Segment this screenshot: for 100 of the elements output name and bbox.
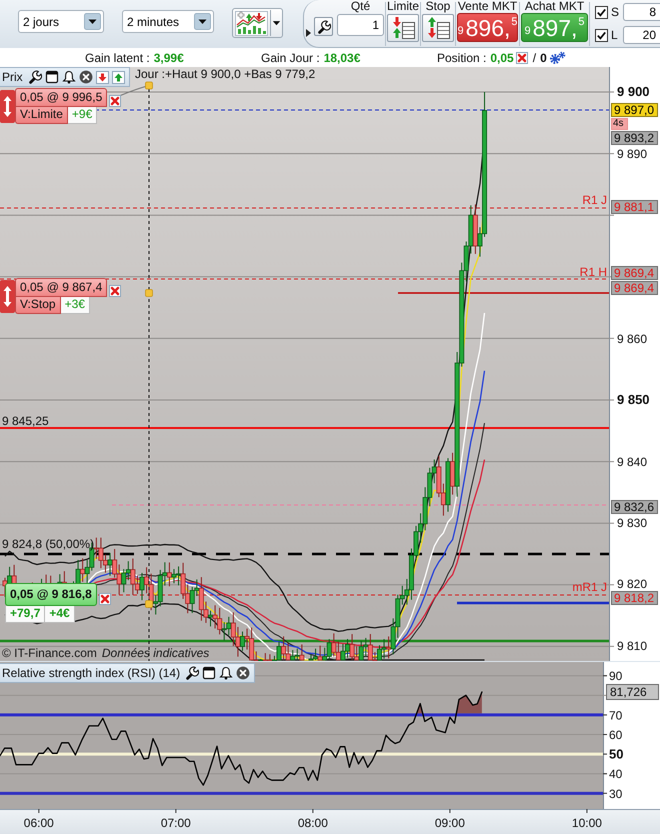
disclaimer-text: Données indicatives — [102, 647, 210, 660]
line-label: R1 J — [582, 193, 607, 207]
close-icon[interactable] — [516, 52, 528, 64]
wrench-icon[interactable] — [28, 70, 42, 84]
bell-icon[interactable] — [219, 666, 234, 680]
price-tag: 9 818,2 — [611, 591, 658, 605]
position-value: 0,05 — [490, 50, 514, 64]
price-tag: 9 869,4 — [611, 281, 658, 295]
marker-icon[interactable] — [145, 289, 153, 297]
wrench-icon — [316, 20, 330, 34]
checkbox-label: S — [611, 5, 620, 19]
line-label: 9 824,8 (50,00%) — [2, 537, 94, 551]
chart-type-button[interactable] — [232, 8, 283, 38]
interval-dropdown[interactable]: 2 minutes — [122, 10, 214, 33]
order-type-label: V:Stop — [15, 297, 61, 314]
axis-label: 30 — [609, 786, 622, 801]
column-label: Qté — [350, 0, 370, 13]
bell-icon[interactable] — [62, 70, 76, 84]
position-label: Position : — [437, 50, 486, 64]
up-arrow-icon[interactable] — [112, 70, 125, 84]
position-price-label[interactable]: 0,05 @ 9 816,8 — [5, 583, 97, 606]
caret-icon[interactable] — [270, 10, 282, 36]
checkbox[interactable] — [595, 28, 608, 42]
close-icon[interactable] — [236, 666, 250, 680]
price-tag: 9 881,1 — [611, 200, 658, 214]
gears-icon[interactable] — [548, 51, 566, 64]
axis-label: 9 840 — [617, 455, 648, 469]
axis-label: 60 — [609, 728, 622, 742]
chart-title: Prix — [2, 70, 23, 84]
wrench-icon[interactable] — [185, 666, 200, 680]
column-label: Achat MKT — [524, 0, 584, 13]
axis-label: 9 810 — [617, 639, 648, 653]
line-label: mR1 J — [572, 580, 607, 594]
axis-label: 9 850 — [617, 393, 650, 407]
caret-icon[interactable] — [194, 13, 211, 30]
summary-label: Gain Jour : — [261, 50, 320, 64]
separator-text: / — [532, 50, 536, 64]
axis-label: 9 820 — [617, 577, 648, 591]
gain-label: +3€ — [60, 297, 90, 314]
window-icon[interactable] — [202, 666, 216, 680]
timer-tag: 4s — [611, 118, 628, 130]
time-label: 06:00 — [24, 816, 54, 830]
axis-label: 70 — [609, 708, 622, 722]
caret-icon[interactable] — [306, 29, 311, 37]
axis-label: 9 890 — [617, 147, 648, 161]
checkbox-label: L — [611, 28, 619, 42]
settings-button[interactable] — [314, 17, 333, 36]
order-price-label[interactable]: 0,05 @ 9 996,5 — [15, 88, 108, 107]
quantity-field[interactable]: 1 — [337, 14, 384, 36]
close-icon[interactable] — [109, 285, 122, 297]
line-label: R1 H — [580, 265, 607, 279]
summary-value: 18,03€ — [324, 50, 360, 64]
price-tag: 9 897,0 — [611, 103, 658, 117]
summary-value: 3,99€ — [154, 50, 184, 64]
price-tag: 9 832,6 — [611, 500, 658, 514]
copyright-text: © IT-Finance.com — [2, 647, 97, 660]
chart-icon[interactable] — [235, 10, 268, 36]
column-label: Stop — [426, 0, 450, 13]
order-type-label: V:Limite — [15, 107, 68, 124]
order-price-label[interactable]: 0,05 @ 9 867,4 — [15, 278, 108, 297]
time-label: 09:00 — [434, 816, 465, 830]
axis-label: 40 — [609, 767, 622, 782]
column-label: Vente MKT — [458, 0, 518, 13]
checkbox[interactable] — [595, 6, 608, 18]
caret-icon[interactable] — [84, 13, 101, 30]
number-field[interactable]: 20 — [623, 26, 660, 44]
number-field[interactable]: 8 — [623, 3, 660, 21]
gain-label: +4€ — [45, 606, 75, 623]
axis-label: 9 900 — [617, 85, 650, 99]
value-tag: 81,726 — [606, 684, 659, 700]
marker-icon[interactable] — [145, 82, 153, 90]
summary-label: Gain latent : — [85, 50, 150, 64]
axis-label: 9 830 — [617, 516, 648, 530]
marker-icon[interactable] — [145, 600, 153, 608]
close-icon[interactable] — [109, 95, 122, 107]
order-button[interactable] — [422, 14, 454, 42]
column-label: Limite — [387, 0, 420, 13]
line-label: 9 845,25 — [2, 414, 49, 428]
down-arrow-icon[interactable] — [96, 70, 109, 84]
day-range-text: Jour :+Haut 9 900,0 +Bas 9 779,2 — [135, 68, 316, 81]
close-icon[interactable] — [78, 70, 93, 84]
axis-label: 9 860 — [617, 332, 648, 346]
time-label: 08:00 — [298, 816, 328, 830]
overbought-area — [416, 704, 424, 714]
chart-title: Relative strength index (RSI) (14) — [2, 666, 180, 680]
overbought-area — [456, 692, 482, 714]
time-label: 10:00 — [572, 816, 602, 830]
axis-label: 90 — [609, 669, 622, 684]
window-icon[interactable] — [44, 70, 59, 84]
axis-label: 50 — [609, 746, 624, 762]
price-tag: 9 869,4 — [611, 266, 658, 280]
time-label: 07:00 — [160, 816, 191, 830]
order-button[interactable] — [387, 14, 419, 42]
gain-label: +9€ — [68, 107, 98, 124]
price-tag: 9 893,2 — [611, 131, 658, 145]
points-label: +79,7 — [5, 606, 46, 623]
close-icon[interactable] — [98, 593, 111, 605]
arrows-table-icon — [425, 16, 451, 40]
order-count: 0 — [540, 50, 547, 64]
period-dropdown[interactable]: 2 jours — [18, 10, 104, 33]
